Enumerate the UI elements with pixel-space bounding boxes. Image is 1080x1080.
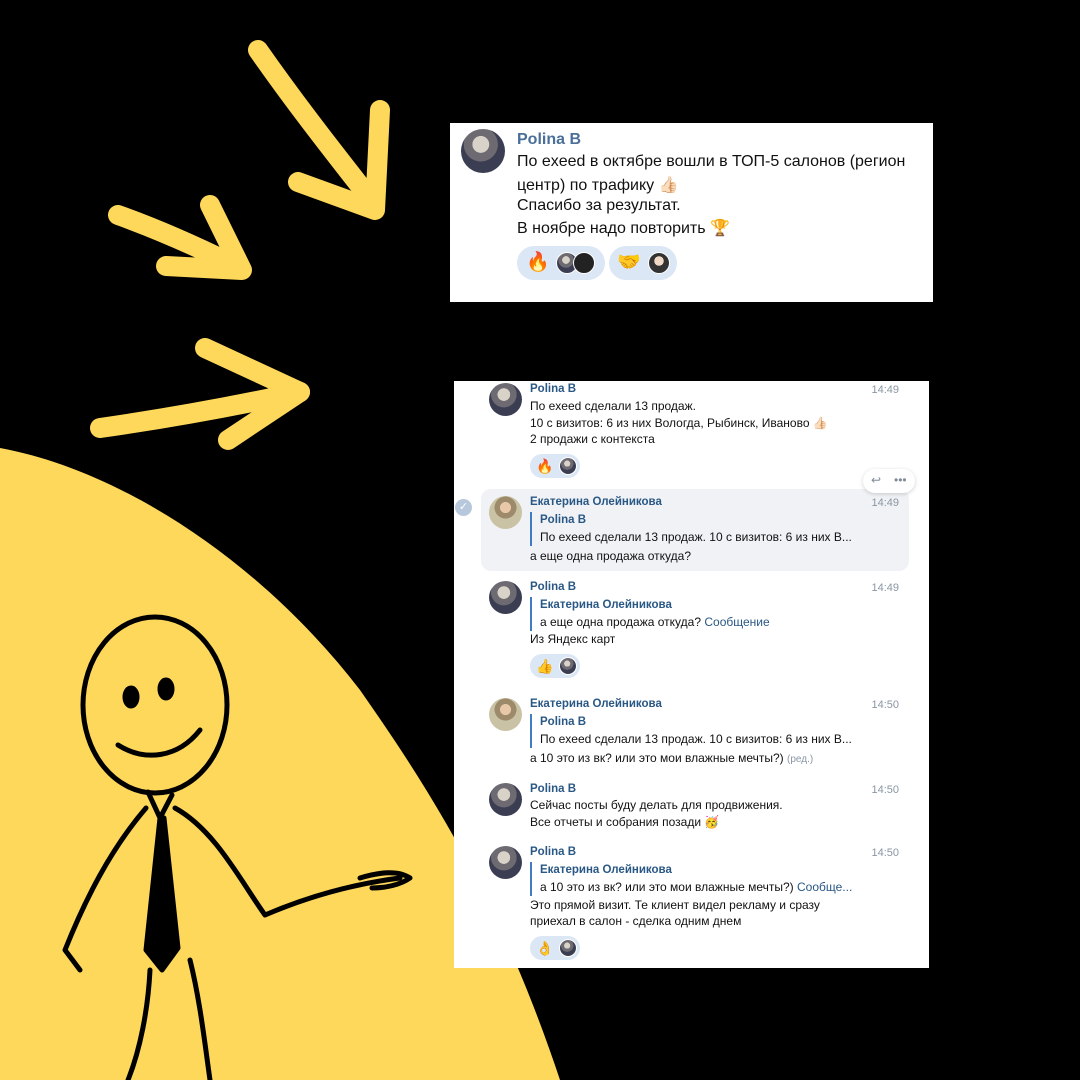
reaction-fire-button[interactable]: 🔥: [517, 246, 605, 280]
quote-link[interactable]: Сообщение: [704, 615, 769, 629]
message-text-content: а 10 это из вк? или это мои влажные мечт…: [530, 751, 784, 765]
quote-author: Екатерина Олейникова: [540, 864, 672, 876]
chat-card: ✓ ↩ ••• Polina B 14:49 По exeed сделали …: [454, 381, 929, 968]
reply-quote[interactable]: Екатерина Олейникова а 10 это из вк? или…: [530, 862, 852, 896]
reactor-avatar: [559, 657, 577, 675]
message-time: 14:50: [871, 699, 899, 711]
message-author[interactable]: Екатерина Олейникова: [530, 496, 662, 508]
ok-hand-icon: 👌: [536, 940, 554, 956]
message-text: а 10 это из вк? или это мои влажные мечт…: [530, 751, 813, 765]
fire-icon: 🔥: [526, 252, 550, 273]
quote-text-content: а 10 это из вк? или это мои влажные мечт…: [540, 880, 794, 894]
message-author[interactable]: Polina B: [530, 581, 576, 593]
reaction-handshake-button[interactable]: 🤝: [609, 246, 677, 280]
arrow-middle-icon: [108, 195, 252, 280]
arrow-top-icon: [248, 40, 390, 220]
message-author[interactable]: Polina B: [530, 846, 576, 858]
reply-quote[interactable]: Polina B По exeed сделали 13 продаж. 10 …: [530, 714, 852, 748]
message-time: 14:49: [871, 582, 899, 594]
fire-icon: 🔥: [536, 458, 554, 474]
message-text: По exeed сделали 13 продаж.: [530, 399, 696, 413]
avatar: [489, 783, 522, 816]
quote-author: Polina B: [540, 716, 587, 728]
reaction-button[interactable]: 👍: [530, 654, 580, 678]
chat-message: Екатерина Олейникова 14:49 Polina B По e…: [454, 494, 929, 564]
message-author[interactable]: Polina B: [530, 383, 576, 395]
message-text: приехал в салон - сделка одним днем: [530, 914, 742, 928]
message-time: 14:50: [871, 784, 899, 796]
avatar: [489, 496, 522, 529]
avatar: [489, 383, 522, 416]
message-text: Все отчеты и собрания позади 🥳: [530, 815, 720, 829]
quote-text-content: а еще одна продажа откуда?: [540, 615, 702, 629]
reactor-avatar: [648, 252, 670, 274]
quote-author: Polina B: [540, 514, 587, 526]
message-text: Из Яндекс карт: [530, 632, 616, 646]
post-text-line: По exeed в октябре вошли в ТОП-5 салонов…: [517, 153, 906, 170]
avatar: [489, 581, 522, 614]
message-time: 14:50: [871, 847, 899, 859]
post-text-line: В ноябре надо повторить 🏆: [517, 220, 730, 237]
avatar: [489, 846, 522, 879]
chat-message: Екатерина Олейникова 14:50 Polina B По e…: [454, 696, 929, 766]
thumbs-up-icon: 👍: [536, 658, 554, 674]
quote-link[interactable]: Сообще...: [797, 880, 852, 894]
top-post-card: Polina B По exeed в октябре вошли в ТОП-…: [450, 123, 933, 302]
chat-message: Polina B 14:50 Екатерина Олейникова а 10…: [454, 844, 929, 966]
message-time: 14:49: [871, 384, 899, 396]
quote-text: По exeed сделали 13 продаж. 10 с визитов…: [540, 530, 852, 544]
quote-text: а еще одна продажа откуда? Сообщение: [540, 614, 770, 631]
message-time: 14:49: [871, 497, 899, 509]
chat-message: Polina B 14:49 По exeed сделали 13 прода…: [454, 381, 929, 486]
message-author[interactable]: Polina B: [530, 783, 576, 795]
avatar: [461, 129, 505, 173]
chat-message: Polina B 14:50 Сейчас посты буду делать …: [454, 781, 929, 833]
reactor-avatar: [573, 252, 595, 274]
message-text: а еще одна продажа откуда?: [530, 549, 692, 563]
quote-author: Екатерина Олейникова: [540, 599, 672, 611]
message-author[interactable]: Екатерина Олейникова: [530, 698, 662, 710]
avatar: [489, 698, 522, 731]
post-text-line: центр) по трафику 👍🏻: [517, 177, 679, 194]
reply-quote[interactable]: Polina B По exeed сделали 13 продаж. 10 …: [530, 512, 852, 546]
quote-text: а 10 это из вк? или это мои влажные мечт…: [540, 879, 852, 896]
message-text: Это прямой визит. Те клиент видел реклам…: [530, 898, 820, 912]
reactor-avatar: [559, 457, 577, 475]
reaction-button[interactable]: 👌: [530, 936, 580, 960]
reactor-avatar: [559, 939, 577, 957]
arrow-bottom-icon: [90, 338, 310, 450]
handshake-icon: 🤝: [617, 252, 641, 273]
chat-message: Polina B 14:49 Екатерина Олейникова а ещ…: [454, 579, 929, 684]
post-author[interactable]: Polina B: [517, 131, 581, 149]
message-text: 2 продажи с контекста: [530, 432, 655, 446]
message-text: Сейчас посты буду делать для продвижения…: [530, 798, 783, 812]
message-text: 10 с визитов: 6 из них Вологда, Рыбинск,…: [530, 416, 828, 430]
reply-quote[interactable]: Екатерина Олейникова а еще одна продажа …: [530, 597, 770, 631]
quote-text: По exeed сделали 13 продаж. 10 с визитов…: [540, 732, 852, 746]
post-text-line: Спасибо за результат.: [517, 197, 681, 214]
edited-label: (ред.): [787, 754, 814, 765]
reaction-button[interactable]: 🔥: [530, 454, 580, 478]
